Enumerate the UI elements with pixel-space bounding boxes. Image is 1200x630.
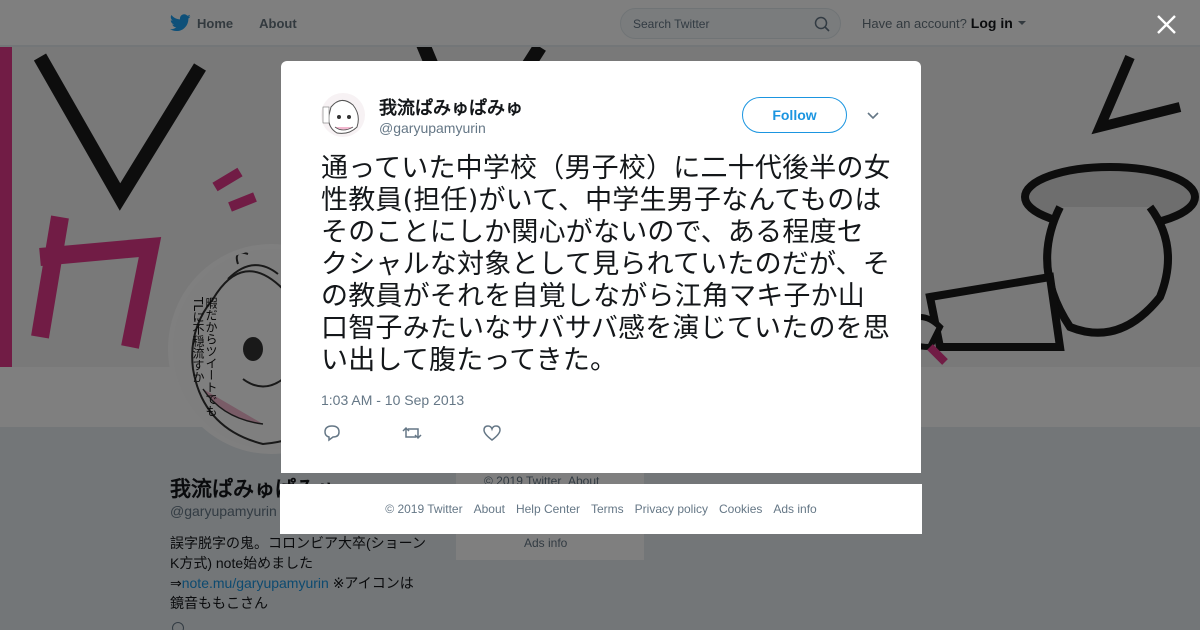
footer-link-privacy[interactable]: Privacy policy	[635, 502, 708, 516]
footer-link-copyright[interactable]: © 2019 Twitter	[385, 502, 462, 516]
tweet-actions	[321, 423, 503, 443]
close-icon[interactable]	[1156, 14, 1177, 35]
tweet-author-handle[interactable]: @garyupamyurin	[379, 120, 486, 136]
footer-link-ads-info[interactable]: Ads info	[773, 502, 816, 516]
modal-footer: © 2019 Twitter About Help Center Terms P…	[280, 484, 922, 534]
tweet-author-avatar[interactable]	[321, 93, 365, 137]
tweet-author-name[interactable]: 我流ぱみゅぱみゅ	[379, 94, 523, 120]
footer-link-about[interactable]: About	[474, 502, 505, 516]
footer-link-help-center[interactable]: Help Center	[516, 502, 580, 516]
reply-icon[interactable]	[321, 423, 343, 443]
tweet-modal: 我流ぱみゅぱみゅ @garyupamyurin Follow 通っていた中学校（…	[281, 61, 921, 473]
footer-link-cookies[interactable]: Cookies	[719, 502, 762, 516]
tweet-timestamp[interactable]: 1:03 AM - 10 Sep 2013	[321, 392, 464, 408]
footer-link-terms[interactable]: Terms	[591, 502, 624, 516]
follow-button[interactable]: Follow	[742, 97, 847, 133]
tweet-text: 通っていた中学校（男子校）に二十代後半の女性教員(担任)がいて、中学生男子なんて…	[321, 153, 891, 376]
like-heart-icon[interactable]	[481, 423, 503, 443]
author-avatar-illustration	[322, 100, 359, 134]
chevron-down-icon[interactable]	[866, 108, 880, 122]
retweet-icon[interactable]	[401, 423, 423, 443]
